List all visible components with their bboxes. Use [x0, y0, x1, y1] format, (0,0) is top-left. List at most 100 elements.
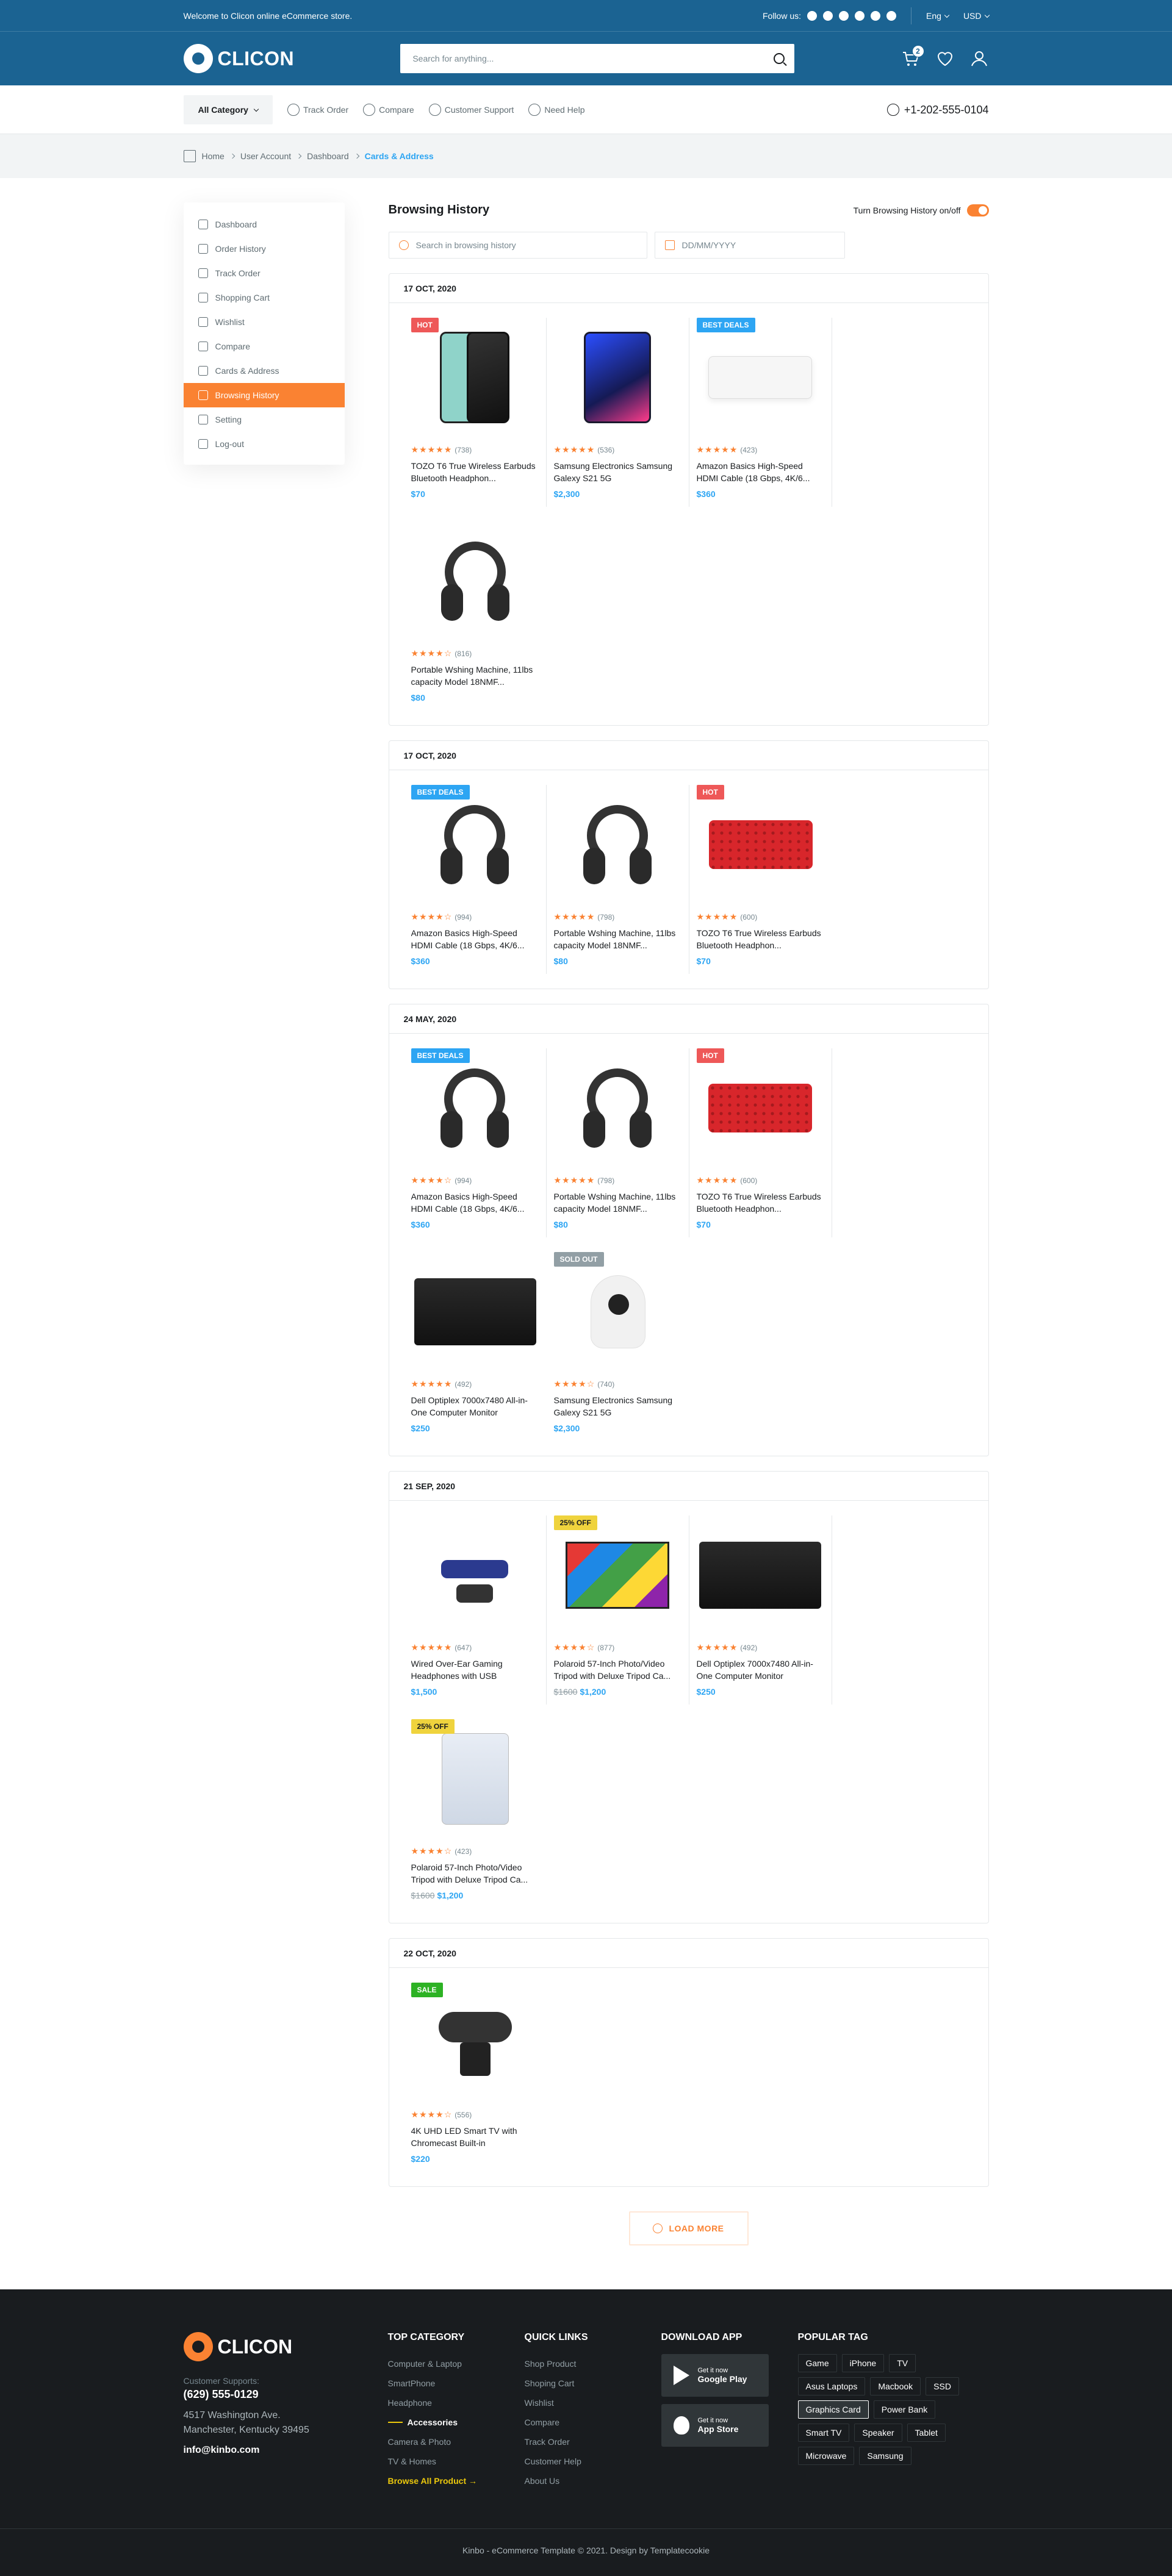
product-image[interactable] [697, 1515, 824, 1635]
search-input[interactable]: Search for anything... [400, 44, 795, 73]
product-card[interactable]: BEST DEALS ★★★★☆ (994) Amazon Basics High-S… [404, 1048, 547, 1237]
date-input[interactable]: DD/MM/YYYY [654, 232, 845, 259]
product-image[interactable] [411, 1252, 539, 1372]
popular-tag[interactable]: Tablet [907, 2424, 946, 2442]
product-name[interactable]: Amazon Basics High-Speed HDMI Cable (18 … [411, 927, 539, 951]
sidebar-item-order-history[interactable]: Order History [184, 237, 345, 261]
email[interactable]: info@kinbo.com [184, 2445, 388, 2456]
product-image[interactable] [554, 318, 681, 437]
sidebar-item-browsing-history[interactable]: Browsing History [183, 383, 345, 407]
product-card[interactable]: BEST DEALS ★★★★☆ (994) Amazon Basics High-S… [404, 785, 547, 974]
wishlist-button[interactable] [935, 49, 955, 68]
support-phone[interactable]: (629) 555-0129 [184, 2388, 388, 2401]
breadcrumb-user-account[interactable]: User Account [240, 151, 291, 161]
product-card[interactable]: ★★★★★ (647) Wired Over-Ear Gaming Headphon… [404, 1515, 547, 1705]
popular-tag[interactable]: iPhone [841, 2354, 885, 2372]
footer-link[interactable]: Computer & Laptop [388, 2354, 525, 2374]
breadcrumb-dashboard[interactable]: Dashboard [307, 151, 349, 161]
product-card[interactable]: ★★★★★ (798) Portable Wshing Machine, 11lbs… [547, 785, 689, 974]
reddit-icon[interactable] [855, 11, 865, 21]
product-card[interactable]: ★★★★★ (798) Portable Wshing Machine, 11lbs… [547, 1048, 689, 1237]
sidebar-item-setting[interactable]: Setting [184, 407, 345, 432]
sidebar-item-dashboard[interactable]: Dashboard [184, 212, 345, 237]
product-name[interactable]: Wired Over-Ear Gaming Headphones with US… [411, 1658, 539, 1682]
nav-compare[interactable]: Compare [363, 104, 414, 116]
product-image[interactable] [554, 1048, 681, 1168]
product-image[interactable]: HOT [411, 318, 539, 437]
app-store-button[interactable]: Get it now App Store [661, 2404, 769, 2447]
popular-tag[interactable]: Smart TV [797, 2424, 850, 2442]
product-card[interactable]: ★★★★★ (536) Samsung Electronics Samsung Ga… [547, 318, 689, 507]
product-name[interactable]: Samsung Electronics Samsung Galexy S21 5… [554, 460, 681, 484]
popular-tag[interactable]: Graphics Card [797, 2400, 869, 2419]
product-name[interactable]: Dell Optiplex 7000x7480 All-in-One Compu… [697, 1658, 824, 1682]
pinterest-icon[interactable] [839, 11, 849, 21]
sidebar-item-compare[interactable]: Compare [184, 334, 345, 359]
product-name[interactable]: TOZO T6 True Wireless Earbuds Bluetooth … [697, 927, 825, 951]
account-button[interactable] [969, 49, 989, 68]
product-image[interactable] [554, 785, 681, 904]
footer-link[interactable]: Wishlist [525, 2393, 661, 2413]
footer-link[interactable]: Shoping Cart [525, 2374, 661, 2393]
footer-link[interactable]: Shop Product [525, 2354, 661, 2374]
product-name[interactable]: Polaroid 57-Inch Photo/Video Tripod with… [554, 1658, 681, 1682]
nav-customer-support[interactable]: Customer Support [428, 104, 514, 116]
popular-tag[interactable]: Samsung [859, 2447, 911, 2465]
popular-tag[interactable]: Power Bank [873, 2400, 936, 2419]
product-card[interactable]: HOT ★★★★★ (600) TOZO T6 True Wireless Earbu… [689, 1048, 832, 1237]
popular-tag[interactable]: SSD [926, 2377, 959, 2395]
product-card[interactable]: 25% OFF ★★★★☆ (423) Polaroid 57-Inch Photo/… [404, 1719, 547, 1908]
footer-link[interactable]: Customer Help [525, 2452, 661, 2471]
breadcrumb-home[interactable]: Home [202, 151, 225, 161]
load-more-button[interactable]: LOAD MORE [628, 2211, 749, 2245]
product-card[interactable]: ★★★★★ (492) Dell Optiplex 7000x7480 All-in… [404, 1252, 547, 1441]
footer-link[interactable]: Track Order [525, 2432, 661, 2452]
popular-tag[interactable]: TV [889, 2354, 916, 2372]
product-image[interactable]: BEST DEALS [411, 785, 539, 904]
product-image[interactable]: BEST DEALS [411, 1048, 539, 1168]
sidebar-item-logout[interactable]: Log-out [184, 432, 345, 456]
product-name[interactable]: Polaroid 57-Inch Photo/Video Tripod with… [411, 1861, 539, 1886]
product-card[interactable]: ★★★★☆ (816) Portable Wshing Machine, 11lbs… [404, 521, 547, 710]
product-name[interactable]: Portable Wshing Machine, 11lbs capacity … [554, 927, 681, 951]
language-select[interactable]: Eng [926, 11, 950, 21]
history-search-input[interactable]: Search in browsing history [388, 232, 647, 259]
product-name[interactable]: Portable Wshing Machine, 11lbs capacity … [411, 664, 539, 688]
product-name[interactable]: Amazon Basics High-Speed HDMI Cable (18 … [697, 460, 824, 484]
history-toggle[interactable] [966, 204, 989, 216]
product-image[interactable]: SOLD OUT [553, 1252, 682, 1372]
product-name[interactable]: Amazon Basics High-Speed HDMI Cable (18 … [411, 1190, 539, 1215]
product-card[interactable]: HOT ★★★★★ (738) TOZO T6 True Wireless Earbu… [404, 318, 547, 507]
browse-all-link[interactable]: Browse All Product → [388, 2471, 525, 2491]
currency-select[interactable]: USD [963, 11, 990, 21]
facebook-icon[interactable] [823, 11, 833, 21]
search-icon[interactable] [774, 53, 785, 64]
twitter-icon[interactable] [807, 11, 818, 21]
footer-logo[interactable]: CLICON [183, 2332, 388, 2361]
product-name[interactable]: TOZO T6 True Wireless Earbuds Bluetooth … [697, 1190, 824, 1215]
instagram-icon[interactable] [886, 11, 897, 21]
cart-button[interactable]: 2 [901, 45, 924, 68]
product-name[interactable]: Portable Wshing Machine, 11lbs capacity … [554, 1190, 681, 1215]
product-image[interactable] [411, 1515, 539, 1635]
sidebar-item-track-order[interactable]: Track Order [184, 261, 345, 285]
product-name[interactable]: TOZO T6 True Wireless Earbuds Bluetooth … [411, 460, 539, 484]
sidebar-item-shopping-cart[interactable]: Shopping Cart [184, 285, 345, 310]
product-image[interactable] [411, 521, 539, 641]
logo[interactable]: CLICON [183, 44, 295, 73]
popular-tag[interactable]: Game [797, 2354, 837, 2372]
popular-tag[interactable]: Macbook [870, 2377, 921, 2395]
product-card[interactable]: HOT ★★★★★ (600) TOZO T6 True Wireless Earbu… [689, 785, 832, 974]
product-name[interactable]: Dell Optiplex 7000x7480 All-in-One Compu… [411, 1394, 539, 1419]
popular-tag[interactable]: Asus Laptops [797, 2377, 866, 2395]
google-play-button[interactable]: Get it now Google Play [661, 2354, 769, 2397]
footer-link[interactable]: Headphone [388, 2393, 525, 2413]
nav-need-help[interactable]: Need Help [528, 104, 584, 116]
footer-link[interactable]: Compare [525, 2413, 661, 2432]
sidebar-item-cards-address[interactable]: Cards & Address [184, 359, 345, 383]
phone-number[interactable]: +1-202-555-0104 [886, 104, 989, 116]
all-category-button[interactable]: All Category [183, 95, 273, 124]
footer-link[interactable]: About Us [525, 2471, 661, 2491]
product-card[interactable]: SALE ★★★★☆ (556) 4K UHD LED Smart TV with C… [404, 1983, 547, 2172]
popular-tag[interactable]: Speaker [854, 2424, 902, 2442]
